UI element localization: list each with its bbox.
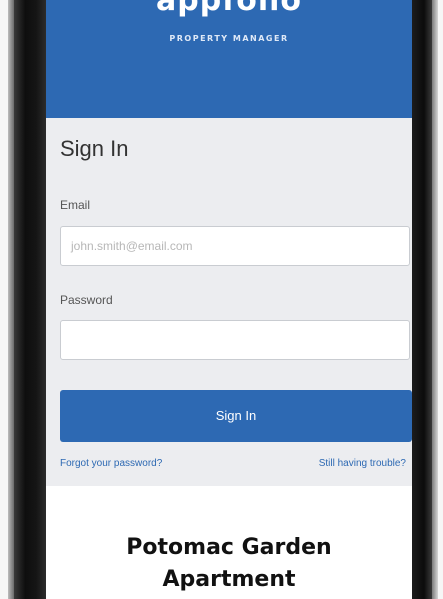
signin-title: Sign In bbox=[60, 136, 129, 161]
phone-frame-right bbox=[412, 0, 438, 599]
signin-card: Sign In Email john.smith@email.com Passw… bbox=[46, 118, 412, 486]
page: appfolio PROPERTY MANAGER Sign In Email … bbox=[0, 0, 443, 599]
password-label: Password bbox=[60, 293, 113, 307]
logo-subtitle: PROPERTY MANAGER bbox=[169, 34, 289, 43]
password-field[interactable] bbox=[60, 320, 410, 360]
app-header: appfolio PROPERTY MANAGER bbox=[46, 0, 412, 118]
email-field[interactable]: john.smith@email.com bbox=[60, 226, 410, 266]
still-having-trouble-link[interactable]: Still having trouble? bbox=[319, 458, 406, 469]
forgot-password-link[interactable]: Forgot your password? bbox=[60, 458, 162, 469]
signin-button[interactable]: Sign In bbox=[60, 390, 412, 442]
appfolio-logo: appfolio bbox=[155, 0, 303, 18]
phone-frame-left bbox=[8, 0, 46, 599]
email-label: Email bbox=[60, 198, 91, 212]
phone-screen: appfolio PROPERTY MANAGER Sign In Email … bbox=[46, 0, 412, 599]
property-name-line2: Apartment bbox=[162, 567, 296, 592]
property-name-line1: Potomac Garden bbox=[126, 535, 332, 560]
property-name: Potomac Garden Apartment bbox=[46, 532, 412, 596]
property-banner: Potomac Garden Apartment bbox=[46, 486, 412, 599]
